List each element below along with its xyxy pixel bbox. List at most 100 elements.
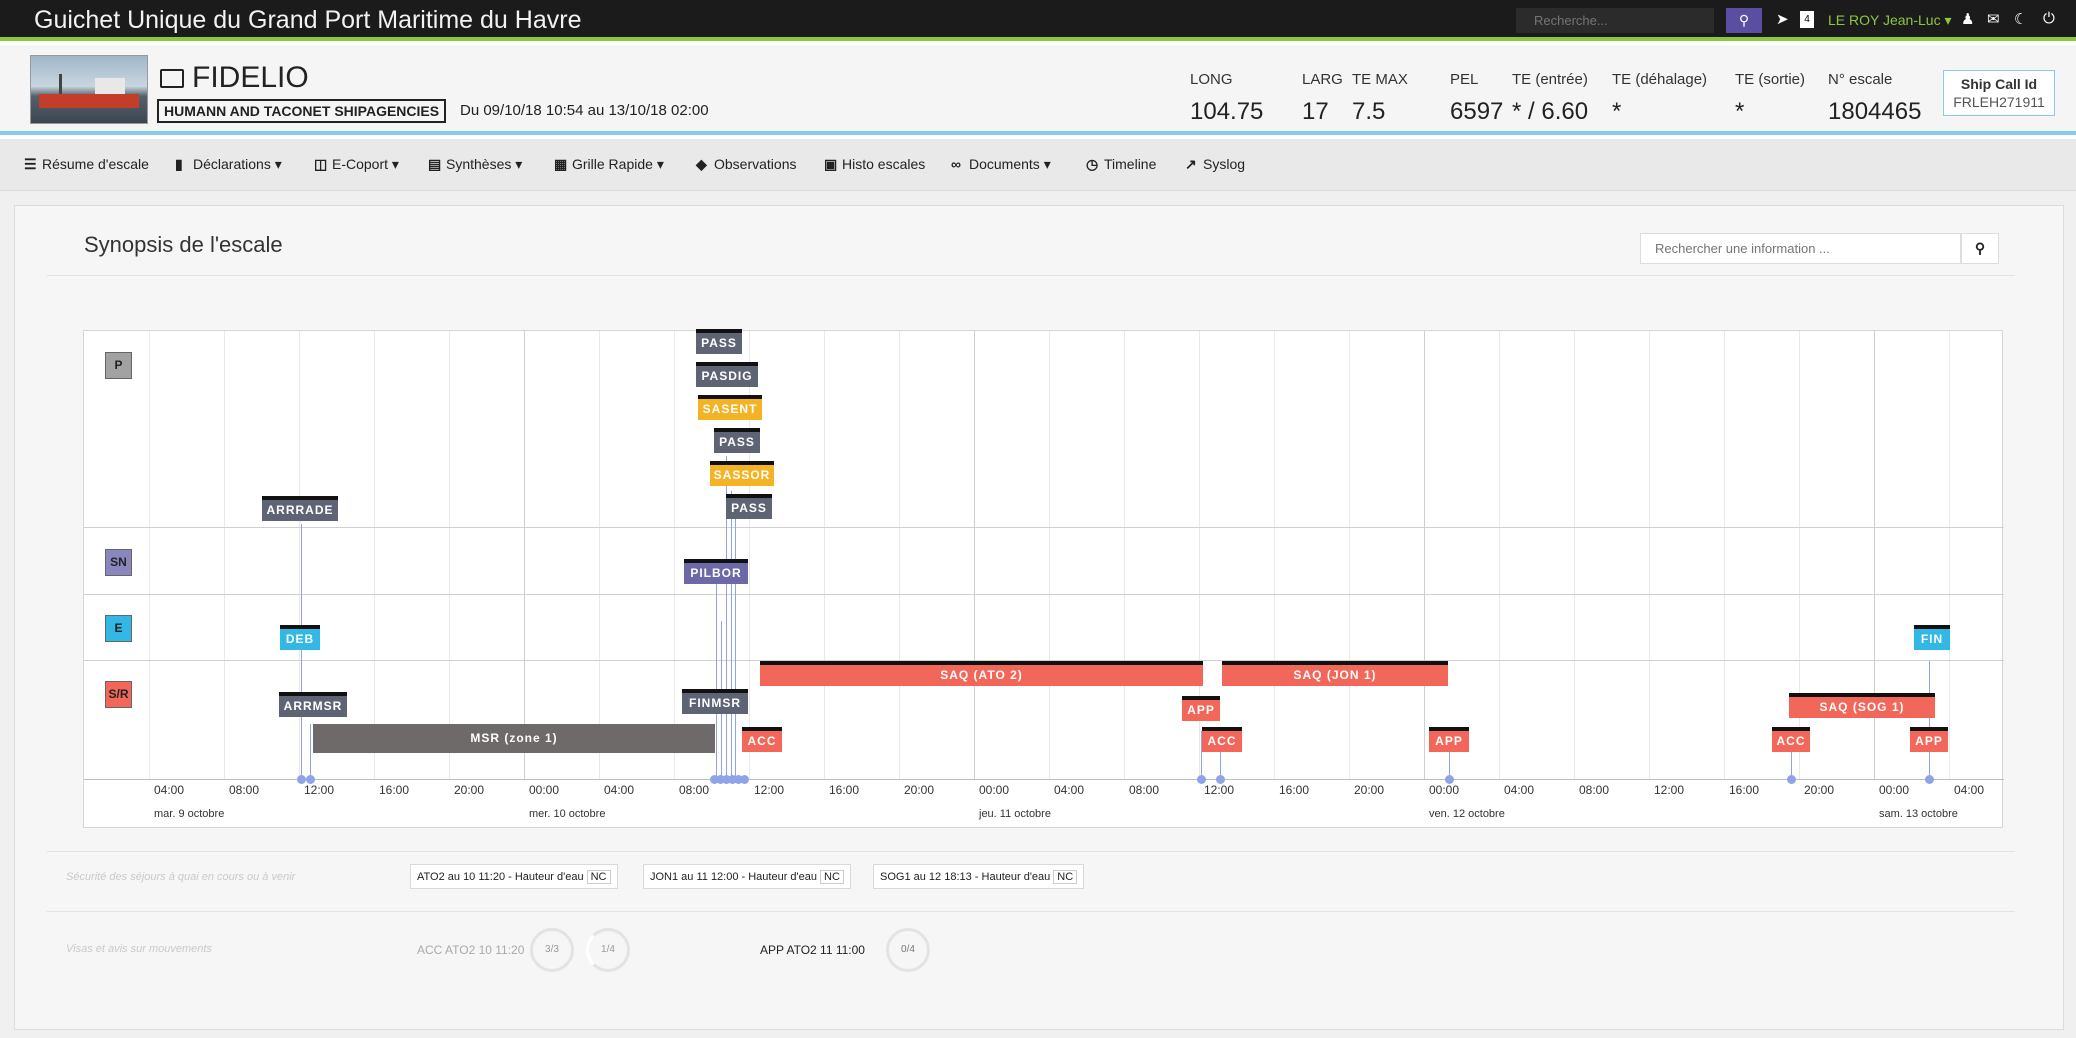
visa-ring[interactable]: 1/4 (586, 928, 630, 972)
history-icon: ▣ (824, 156, 838, 172)
event-sassor[interactable]: SASSOR (710, 461, 774, 486)
tick-label: 20:00 (1804, 783, 1835, 797)
nav-grille-rapide[interactable]: ▦ Grille Rapide ▾ (554, 156, 664, 173)
metric-te-dehalage: TE (déhalage) * (1612, 71, 1708, 125)
metric-te-sortie: TE (sortie) * (1735, 71, 1806, 125)
tick-label: 20:00 (904, 783, 935, 797)
visas-label: Visas et avis sur mouvements (66, 943, 212, 955)
notification-badge[interactable]: 4 (1800, 11, 1814, 28)
tick-label: 16:00 (379, 783, 410, 797)
lane-label-sn: SN (105, 549, 132, 576)
event-saq-ato2[interactable]: SAQ (ATO 2) (760, 661, 1203, 686)
trash-icon: ◫ (314, 156, 328, 172)
link-icon: ∞ (951, 156, 961, 172)
search-icon: ⚲ (1738, 12, 1750, 28)
ship-header: FIDELIO HUMANN AND TACONET SHIPAGENCIES … (0, 45, 2076, 135)
tick-label: 12:00 (1204, 783, 1235, 797)
event-sasent[interactable]: SASENT (698, 395, 762, 420)
event-pass-1[interactable]: PASS (696, 329, 742, 354)
tick-label: 12:00 (304, 783, 335, 797)
list-icon: ☰ (24, 156, 37, 172)
tag-icon: ◆ (696, 156, 707, 172)
metric-te-entree: TE (entrée) * / 6.60 (1512, 71, 1589, 125)
event-arrmsr[interactable]: ARRMSR (279, 692, 347, 717)
mail-icon[interactable]: ✉ (1987, 10, 2000, 28)
nav-documents[interactable]: ∞ Documents ▾ (951, 156, 1051, 173)
event-acc-1[interactable]: ACC (742, 727, 782, 752)
nav-declarations[interactable]: ▮ Déclarations ▾ (175, 156, 282, 173)
divider (47, 275, 2015, 276)
moon-icon[interactable]: ☾ (2014, 10, 2027, 28)
safety-chip[interactable]: ATO2 au 10 11:20 - Hauteur d'eau NC (410, 864, 618, 889)
table-icon: ▤ (428, 156, 442, 172)
tick-label: 04:00 (1054, 783, 1085, 797)
info-search-button[interactable]: ⚲ (1961, 233, 1999, 264)
event-pasdig[interactable]: PASDIG (696, 362, 758, 387)
safety-label: Sécurité des séjours à quai en cours ou … (66, 871, 296, 883)
event-saq-sog1[interactable]: SAQ (SOG 1) (1789, 693, 1935, 718)
metric-larg: LARG 17 (1302, 71, 1343, 125)
user-menu[interactable]: LE ROY Jean-Luc ▾ (1828, 12, 1952, 29)
timeline-chart: P SN E S/R PASS PASDIG SASENT PASS SASSO… (83, 329, 2004, 828)
power-icon[interactable]: ⏻ (2043, 10, 2055, 27)
event-pilbor[interactable]: PILBOR (684, 559, 748, 584)
tick-label: 00:00 (529, 783, 560, 797)
lane-label-sr: S/R (105, 681, 132, 708)
safety-chip[interactable]: SOG1 au 12 18:13 - Hauteur d'eau NC (873, 864, 1085, 889)
nav-ecoport[interactable]: ◫ E-Coport ▾ (314, 156, 399, 173)
event-acc-2[interactable]: ACC (1202, 727, 1242, 752)
back-arrow-icon[interactable]: ➤ (1776, 10, 1789, 28)
event-deb[interactable]: DEB (280, 625, 320, 650)
visa-ring[interactable]: 3/3 (530, 928, 574, 972)
tick-label: 04:00 (154, 783, 185, 797)
event-msr-zone1[interactable]: MSR (zone 1) (313, 724, 715, 753)
external-link-icon: ↗ (1185, 156, 1197, 172)
nav-resume[interactable]: ☰ Résume d'escale (24, 156, 149, 173)
tick-label: 04:00 (604, 783, 635, 797)
day-label: mar. 9 octobre (154, 808, 225, 820)
tick-label: 16:00 (1279, 783, 1310, 797)
nav-timeline[interactable]: ◷ Timeline (1086, 156, 1156, 173)
ship-call-id-box[interactable]: Ship Call Id FRLEH271911 (1943, 70, 2055, 116)
global-search-input[interactable] (1516, 8, 1714, 33)
call-date-range: Du 09/10/18 10:54 au 13/10/18 02:00 (460, 102, 709, 119)
visa-ring[interactable]: 0/4 (886, 928, 930, 972)
event-app-3[interactable]: APP (1910, 727, 1948, 752)
tick-label: 08:00 (1129, 783, 1160, 797)
folder-icon (160, 69, 184, 88)
divider (47, 911, 2015, 912)
event-app-2[interactable]: APP (1429, 727, 1469, 752)
event-pass-2[interactable]: PASS (714, 428, 760, 453)
event-app-1[interactable]: APP (1182, 696, 1220, 721)
nav-bar: ☰ Résume d'escale ▮ Déclarations ▾ ◫ E-Copo… (0, 139, 2076, 191)
day-label: ven. 12 octobre (1429, 808, 1505, 820)
user-icon[interactable]: ♟ (1961, 10, 1974, 28)
nav-histo-escales[interactable]: ▣ Histo escales (824, 156, 925, 173)
ship-name: FIDELIO (160, 61, 309, 95)
day-label: jeu. 11 octobre (979, 808, 1051, 820)
event-pass-3[interactable]: PASS (726, 494, 772, 519)
lane-label-p: P (105, 352, 132, 379)
event-arrrade[interactable]: ARRRADE (262, 496, 338, 521)
event-fin[interactable]: FIN (1914, 625, 1950, 650)
nav-syntheses[interactable]: ▤ Synthèses ▾ (428, 156, 522, 173)
day-label: mer. 10 octobre (529, 808, 606, 820)
panel-title: Synopsis de l'escale (84, 232, 283, 257)
info-search-input[interactable] (1640, 233, 1961, 264)
nav-syslog[interactable]: ↗ Syslog (1185, 156, 1245, 173)
movement-text: ACC ATO2 10 11:20 (417, 943, 525, 957)
tick-label: 12:00 (754, 783, 785, 797)
tick-label: 12:00 (1654, 783, 1685, 797)
tick-label: 00:00 (1429, 783, 1460, 797)
tick-label: 08:00 (229, 783, 260, 797)
tick-label: 20:00 (454, 783, 485, 797)
event-saq-jon1[interactable]: SAQ (JON 1) (1222, 661, 1448, 686)
event-acc-3[interactable]: ACC (1772, 727, 1810, 752)
search-button[interactable]: ⚲ (1726, 8, 1762, 33)
event-finmsr[interactable]: FINMSR (682, 689, 748, 714)
ship-photo (30, 55, 148, 124)
tick-label: 20:00 (1354, 783, 1385, 797)
tick-label: 00:00 (979, 783, 1010, 797)
nav-observations[interactable]: ◆ Observations (696, 156, 796, 173)
safety-chip[interactable]: JON1 au 11 12:00 - Hauteur d'eau NC (643, 864, 851, 889)
